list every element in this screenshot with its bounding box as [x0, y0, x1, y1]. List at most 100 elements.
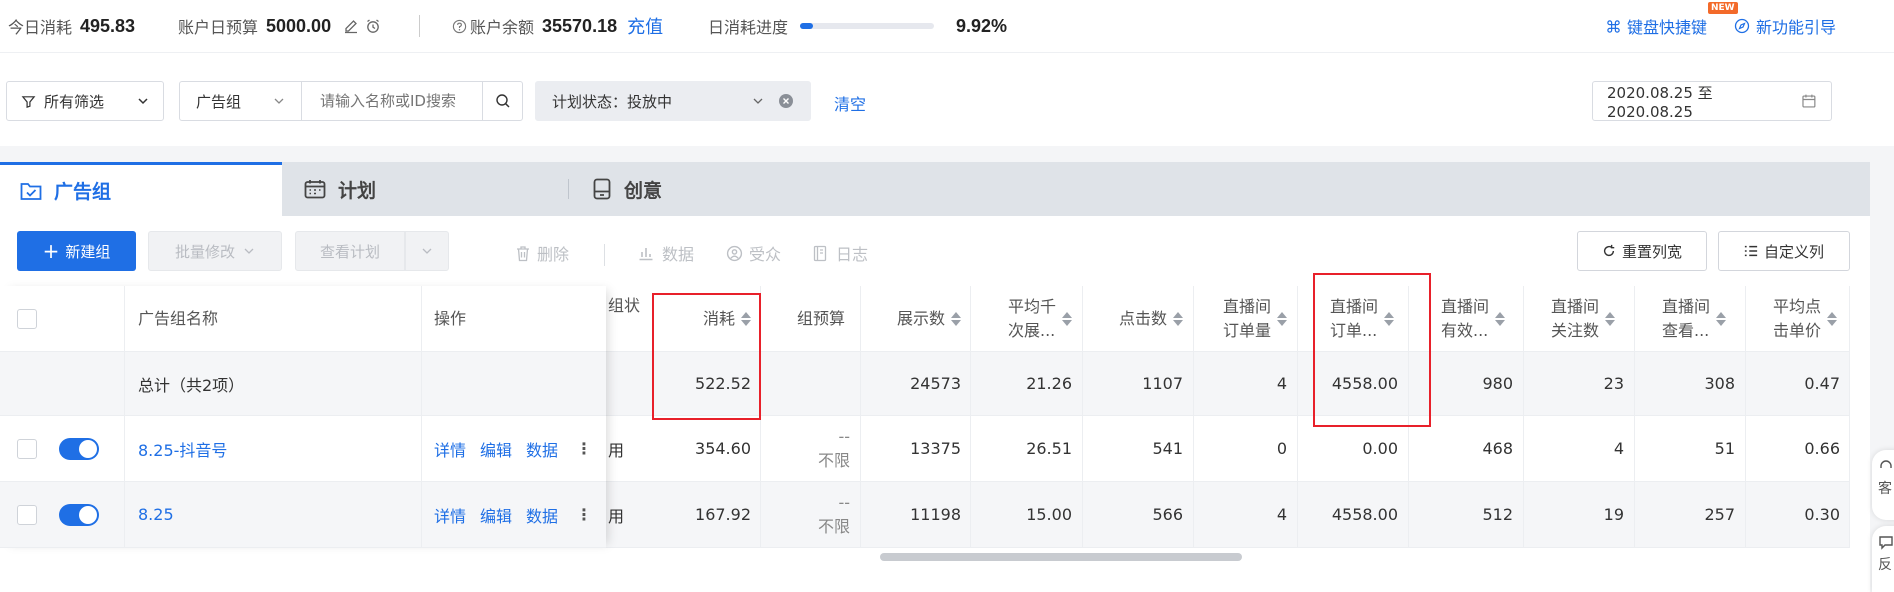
- horizontal-scrollbar-thumb[interactable]: [880, 553, 1242, 561]
- feedback-label: 反: [1878, 557, 1892, 573]
- budget-unlimited: 不限: [817, 450, 850, 470]
- reset-column-width-label: 重置列宽: [1621, 242, 1682, 261]
- help-circle-icon[interactable]: [452, 19, 467, 34]
- header-live-views-label: 直播间 查看...: [1662, 295, 1710, 343]
- more-vertical-icon[interactable]: ⋮: [576, 505, 592, 524]
- edit-link[interactable]: 编辑: [480, 503, 512, 527]
- header-cpc[interactable]: 平均点 击单价: [1745, 286, 1850, 352]
- data-link[interactable]: 数据: [526, 503, 558, 527]
- status-filter-tag[interactable]: 计划状态： 投放中: [535, 81, 811, 121]
- sort-icon[interactable]: [1605, 311, 1616, 326]
- balance-value: 35570.18: [542, 15, 618, 36]
- sort-icon[interactable]: [1495, 311, 1506, 326]
- header-cpc-line1: 平均点: [1773, 296, 1822, 316]
- tab-ad-group[interactable]: 广告组: [0, 162, 282, 216]
- batch-edit-button[interactable]: 批量修改: [148, 231, 282, 271]
- sort-icon[interactable]: [1173, 311, 1183, 326]
- custom-columns-button[interactable]: 自定义列: [1718, 231, 1850, 271]
- calendar-icon: [304, 180, 326, 199]
- budget-dash: --: [838, 426, 850, 446]
- chevron-down-icon: [274, 98, 284, 104]
- search-scope-value: 广告组: [196, 92, 242, 111]
- header-live-orders[interactable]: 直播间 订单量: [1193, 286, 1297, 352]
- row-enable-toggle[interactable]: [59, 503, 99, 526]
- row-live-orders: 4: [1193, 482, 1297, 548]
- header-live-valid-line1: 直播间: [1441, 296, 1490, 316]
- customer-service-widget[interactable]: 客: [1872, 450, 1894, 520]
- data-link[interactable]: 数据: [526, 437, 558, 461]
- view-plan-dropdown[interactable]: [405, 231, 449, 271]
- search-input[interactable]: [302, 82, 482, 120]
- feature-guide-link[interactable]: 新功能引导: [1734, 14, 1836, 38]
- log-action[interactable]: 日志: [812, 241, 868, 265]
- header-live-follows[interactable]: 直播间 关注数: [1523, 286, 1634, 352]
- delete-action[interactable]: 删除: [515, 241, 569, 265]
- chevron-down-icon[interactable]: [752, 95, 764, 107]
- data-action[interactable]: 数据: [638, 241, 694, 265]
- sort-icon[interactable]: [1277, 311, 1287, 326]
- daily-budget-label: 账户日预算: [178, 18, 259, 37]
- total-operations: [421, 352, 606, 416]
- header-select: [0, 286, 124, 352]
- recharge-link[interactable]: 充值: [627, 13, 663, 39]
- row-checkbox[interactable]: [17, 438, 37, 459]
- row-cpm: 15.00: [971, 482, 1082, 548]
- sort-icon[interactable]: [1062, 311, 1072, 326]
- keyboard-shortcut-link[interactable]: 键盘快捷键: [1606, 14, 1707, 38]
- sort-icon[interactable]: [1716, 311, 1727, 326]
- new-group-button[interactable]: + 新建组: [17, 231, 136, 271]
- tab-ad-group-label: 广告组: [54, 181, 112, 203]
- search-button[interactable]: [482, 82, 522, 120]
- view-plan-button[interactable]: 查看计划: [295, 231, 405, 271]
- tab-plan-label: 计划: [338, 179, 377, 202]
- reset-column-width-button[interactable]: 重置列宽: [1577, 231, 1707, 271]
- alarm-clock-icon[interactable]: [365, 18, 381, 34]
- progress-bar-fill: [800, 23, 814, 29]
- column-budget: 组预算 -- 不限 -- 不限: [761, 286, 860, 548]
- header-clicks[interactable]: 点击数: [1082, 286, 1193, 352]
- audience-label: 受众: [749, 245, 782, 264]
- total-cpm: 21.26: [971, 352, 1082, 416]
- header-impressions[interactable]: 展示数: [860, 286, 971, 352]
- column-operations: 操作 详情 编辑 数据 ⋮ 详情 编辑 数据 ⋮: [421, 286, 606, 548]
- delete-label: 删除: [537, 245, 570, 264]
- sort-icon[interactable]: [1827, 311, 1838, 326]
- row-budget: -- 不限: [761, 416, 860, 482]
- row-checkbox[interactable]: [17, 504, 37, 525]
- clear-filters-link[interactable]: 清空: [834, 91, 866, 115]
- header-cpm[interactable]: 平均千 次展...: [971, 286, 1082, 352]
- all-filters-button[interactable]: 所有筛选: [6, 81, 164, 121]
- target-user-icon: [726, 245, 743, 261]
- clear-circle-icon[interactable]: [778, 93, 794, 109]
- row-name-link[interactable]: 8.25-抖音号: [124, 416, 421, 482]
- edit-icon[interactable]: [343, 18, 359, 34]
- plus-icon: +: [42, 239, 60, 263]
- sort-icon[interactable]: [951, 311, 961, 326]
- row-clicks: 566: [1082, 482, 1193, 548]
- column-divider: [1523, 286, 1524, 548]
- header-cpm-line2: 次展...: [1007, 320, 1056, 340]
- total-impressions: 24573: [860, 352, 971, 416]
- header-live-follow-line2: 关注数: [1551, 320, 1600, 340]
- header-impressions-label: 展示数: [896, 308, 945, 328]
- row-name-link[interactable]: 8.25: [124, 482, 421, 548]
- header-live-views[interactable]: 直播间 查看...: [1634, 286, 1745, 352]
- more-vertical-icon[interactable]: ⋮: [576, 439, 592, 458]
- select-all-checkbox[interactable]: [17, 308, 37, 329]
- audience-action[interactable]: 受众: [726, 241, 781, 265]
- tab-plan[interactable]: 计划: [282, 162, 570, 216]
- tab-creative[interactable]: 创意: [570, 162, 870, 216]
- feedback-widget[interactable]: 反: [1872, 526, 1894, 592]
- edit-link[interactable]: 编辑: [480, 437, 512, 461]
- header-live-orders-label: 直播间 订单量: [1223, 295, 1271, 343]
- detail-link[interactable]: 详情: [434, 503, 466, 527]
- column-cpm: 平均千 次展... 21.26 26.51 15.00: [971, 286, 1082, 548]
- tab-creative-label: 创意: [624, 179, 663, 202]
- detail-link[interactable]: 详情: [434, 437, 466, 461]
- date-range-picker[interactable]: 2020.08.25 至 2020.08.25: [1592, 81, 1832, 121]
- column-divider: [124, 286, 125, 548]
- header-cpc-label: 平均点 击单价: [1773, 295, 1821, 343]
- search-scope-select[interactable]: 广告组: [180, 82, 302, 120]
- row-enable-toggle[interactable]: [59, 437, 99, 460]
- row-live-follows: 4: [1523, 416, 1634, 482]
